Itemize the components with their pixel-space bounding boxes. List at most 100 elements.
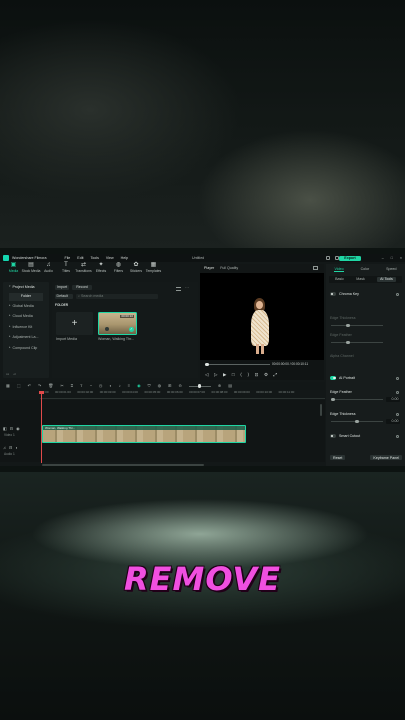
- timeline-ruler[interactable]: 00:00 00:00:01:00 00:00:02:00 00:00:03:0…: [40, 390, 325, 399]
- grid-icon[interactable]: ▤: [228, 383, 232, 389]
- menu-file[interactable]: File: [65, 256, 71, 260]
- tab-speed[interactable]: Speed: [386, 267, 396, 272]
- timeline-video-clip[interactable]: Woman, Walking Thr...: [42, 425, 246, 443]
- keyframe-panel-button[interactable]: Keyframe Panel: [370, 455, 402, 461]
- eye-icon[interactable]: ◉: [16, 426, 20, 432]
- record-button[interactable]: Record: [72, 285, 92, 290]
- select-icon[interactable]: ⬚: [17, 383, 21, 389]
- split-icon[interactable]: ✂: [60, 383, 63, 389]
- import-button[interactable]: Import: [55, 285, 69, 290]
- next-frame-icon[interactable]: ▷: [214, 372, 217, 377]
- chroma-key-reset-icon[interactable]: [396, 293, 399, 296]
- subtab-mask[interactable]: Mask: [356, 277, 365, 281]
- timeline-vertical-scrollbar[interactable]: [320, 404, 322, 416]
- color-icon[interactable]: ◐: [109, 383, 111, 389]
- filter-icon[interactable]: [176, 287, 181, 291]
- snapshot-icon[interactable]: [313, 266, 318, 270]
- sidebar-item-project-media[interactable]: ▾ Project Media: [3, 282, 49, 293]
- edge-thickness-value[interactable]: 0.00: [386, 419, 400, 424]
- maximize-icon[interactable]: □: [391, 256, 393, 260]
- crop-icon[interactable]: ⌗: [71, 383, 73, 389]
- speed-icon[interactable]: ◷: [99, 383, 103, 389]
- marker-icon[interactable]: ⊞: [168, 383, 171, 389]
- edge-thickness-slider[interactable]: [331, 419, 383, 424]
- undo-icon[interactable]: ↶: [28, 383, 31, 389]
- new-folder-icon[interactable]: ▭: [6, 372, 9, 376]
- minimize-icon[interactable]: –: [382, 256, 384, 260]
- timeline-playhead[interactable]: [39, 391, 44, 463]
- tool-templates[interactable]: ▦ Templates: [146, 262, 161, 276]
- zoom-in-icon[interactable]: ⊕: [218, 383, 221, 389]
- edge-feather-reset-icon[interactable]: [396, 391, 399, 394]
- sidebar-item-cloud-media[interactable]: ▸ Cloud Media: [3, 311, 49, 322]
- tab-color[interactable]: Color: [361, 267, 370, 272]
- scrubber-handle[interactable]: [205, 362, 209, 366]
- sort-select[interactable]: Default: [55, 294, 73, 299]
- smart-cutout-toggle[interactable]: [330, 434, 336, 438]
- shield-icon[interactable]: ⛉: [148, 383, 151, 389]
- menu-view[interactable]: View: [106, 256, 114, 260]
- mark-out-icon[interactable]: ⟩: [247, 372, 249, 377]
- menu-tools[interactable]: Tools: [91, 256, 99, 260]
- text-icon[interactable]: T: [80, 383, 82, 389]
- import-media-tile[interactable]: +: [56, 312, 93, 335]
- menu-edit[interactable]: Edit: [77, 256, 83, 260]
- quality-select[interactable]: Full Quality: [220, 266, 238, 270]
- play-icon[interactable]: ▶: [223, 372, 226, 377]
- edge-feather-value[interactable]: 0.00: [386, 397, 400, 402]
- subtab-basic[interactable]: Basic: [335, 277, 344, 281]
- tool-stickers[interactable]: ✿ Stickers: [130, 262, 143, 276]
- settings-icon[interactable]: ⚙: [264, 372, 268, 377]
- ai-cutout-icon[interactable]: ◉: [137, 383, 141, 389]
- tool-media[interactable]: ▣ Media: [7, 262, 20, 276]
- fullscreen-icon[interactable]: ⤢: [273, 372, 277, 377]
- lock-icon[interactable]: ⊟: [9, 445, 12, 451]
- adjust-icon[interactable]: ≡: [128, 383, 130, 389]
- smart-cutout-reset-icon[interactable]: [396, 435, 399, 438]
- sidebar-item-influence-kit[interactable]: ▸ Influence Kit: [3, 322, 49, 333]
- stop-icon[interactable]: □: [232, 372, 235, 377]
- reset-button[interactable]: Reset: [330, 455, 346, 461]
- mark-in-icon[interactable]: ⟨: [240, 372, 242, 377]
- player-tab[interactable]: Player: [204, 266, 214, 270]
- subtab-ai-tools[interactable]: AI Tools: [377, 277, 396, 282]
- search-media-input[interactable]: ⌕ Search media: [76, 294, 158, 299]
- tool-filters[interactable]: ◍ Filters: [112, 262, 125, 276]
- media-clip-thumbnail[interactable]: 00:00:10 ✓: [98, 312, 137, 335]
- layout-icon[interactable]: ▦: [6, 383, 10, 389]
- ai-portrait-reset-icon[interactable]: [396, 377, 399, 380]
- tool-effects[interactable]: ✦ Effects: [95, 262, 108, 276]
- edge-thickness-reset-icon[interactable]: [396, 413, 399, 416]
- sidebar-item-folder[interactable]: Folder: [9, 292, 43, 301]
- display-icon[interactable]: ⊡: [255, 372, 259, 377]
- timeline-horizontal-scrollbar[interactable]: [42, 464, 204, 466]
- export-button[interactable]: Export: [339, 255, 361, 261]
- record-voice-icon[interactable]: ◔: [89, 383, 91, 389]
- zoom-out-icon[interactable]: ⊖: [178, 383, 181, 389]
- tool-transitions[interactable]: ⇄ Transitions: [75, 262, 91, 276]
- preview-scrubber[interactable]: [206, 364, 270, 365]
- redo-icon[interactable]: ↷: [38, 383, 41, 389]
- ai-portrait-toggle[interactable]: [330, 376, 336, 380]
- sidebar-item-adjustment-layer[interactable]: ▸ Adjustment La...: [3, 332, 49, 343]
- sidebar-item-global-media[interactable]: ▸ Global Media: [3, 301, 49, 312]
- mic-icon[interactable]: ◍: [158, 383, 162, 389]
- chroma-key-toggle[interactable]: [330, 292, 336, 296]
- monitor-icon[interactable]: [326, 256, 330, 260]
- menu-help[interactable]: Help: [121, 256, 128, 260]
- delete-icon[interactable]: 🗑: [48, 383, 53, 389]
- speaker-icon[interactable]: ◖: [15, 445, 17, 451]
- tool-stock-media[interactable]: ▤ Stock Media: [22, 262, 41, 276]
- tool-titles[interactable]: T Titles: [60, 262, 73, 276]
- timeline-zoom-slider[interactable]: [188, 384, 211, 388]
- tab-video[interactable]: Video: [334, 267, 344, 273]
- more-options-icon[interactable]: ⋯: [185, 285, 189, 291]
- lock-icon[interactable]: ⊟: [10, 426, 13, 432]
- close-icon[interactable]: ×: [400, 256, 402, 260]
- audio-detach-icon[interactable]: ♪: [119, 383, 121, 389]
- edge-feather-slider[interactable]: [331, 397, 383, 402]
- previous-frame-icon[interactable]: ◁: [205, 372, 208, 377]
- folder-icon[interactable]: ▱: [13, 372, 16, 376]
- sidebar-item-compound-clip[interactable]: ▸ Compound Clip: [3, 343, 49, 354]
- tool-audio[interactable]: ♫ Audio: [42, 262, 55, 276]
